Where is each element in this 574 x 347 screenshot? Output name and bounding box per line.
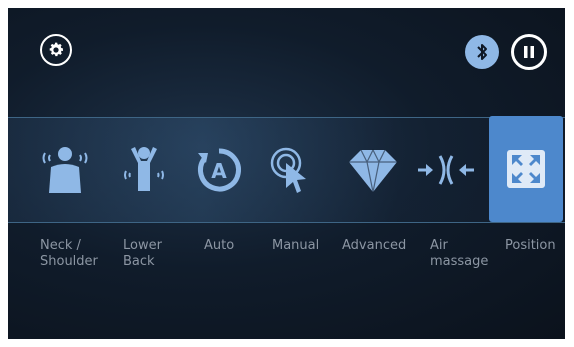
auto-icon: A: [198, 148, 241, 192]
lower-back-icon: [124, 147, 164, 191]
diamond-icon: [349, 148, 397, 193]
settings-button[interactable]: [40, 34, 72, 66]
massage-control-screen: A Neck / Shoulder Lower Back Auto Manual…: [8, 8, 565, 339]
mode-label-lower-back: Lower Back: [123, 238, 162, 269]
mode-label-neck-shoulder: Neck / Shoulder: [40, 238, 98, 269]
mode-manual[interactable]: [258, 117, 328, 223]
pause-button[interactable]: [511, 34, 547, 70]
manual-icon: [270, 147, 306, 193]
bluetooth-icon: [477, 44, 487, 60]
pause-icon: [524, 46, 534, 58]
mode-auto[interactable]: A: [184, 117, 254, 223]
air-massage-icon: [418, 155, 474, 185]
mode-label-advanced: Advanced: [342, 238, 407, 253]
mode-label-auto: Auto: [204, 238, 235, 253]
mode-neck-shoulder[interactable]: [30, 117, 100, 223]
gear-icon: [49, 42, 64, 57]
svg-text:A: A: [211, 159, 227, 183]
mode-label-manual: Manual: [272, 238, 320, 253]
bluetooth-button[interactable]: [465, 35, 499, 69]
neck-shoulder-icon: [42, 147, 88, 193]
mode-label-air-massage: Air massage: [430, 238, 489, 269]
mode-advanced[interactable]: [338, 117, 408, 223]
position-icon: [507, 150, 545, 188]
mode-lower-back[interactable]: [109, 117, 179, 223]
mode-label-position: Position: [505, 238, 556, 253]
mode-position[interactable]: [489, 116, 563, 222]
mode-air-massage[interactable]: [411, 117, 481, 223]
